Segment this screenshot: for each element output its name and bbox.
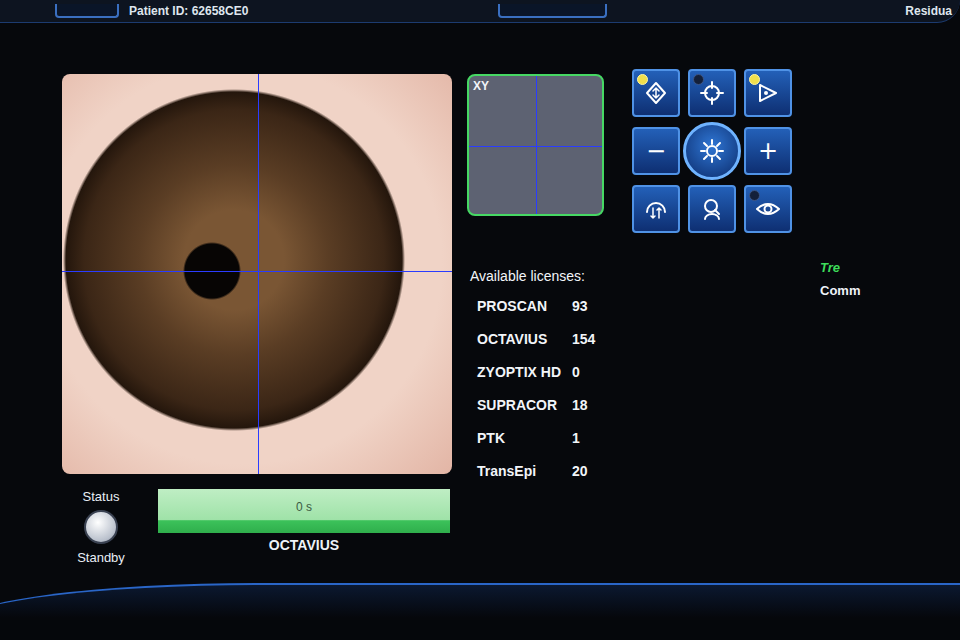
top-bar: Patient ID: 62658CE0 Residua [0,0,960,23]
indicator-light [693,74,704,85]
license-count: 18 [572,397,588,413]
license-row: OCTAVIUS154 [467,322,604,355]
arc-arrows-icon [643,196,669,222]
main-area: Status Standby 0 s OCTAVIUS XY Available lice… [0,74,960,565]
control-button[interactable] [632,185,680,233]
treatment-title: Tre [820,260,860,275]
control-button[interactable]: + [744,127,792,175]
crosshair-icon [699,80,725,106]
license-count: 0 [572,364,580,380]
control-button[interactable] [688,185,736,233]
progress-block: 0 s OCTAVIUS [158,489,450,553]
button-glyph: + [758,137,778,165]
mode-label: OCTAVIUS [269,537,339,553]
treatment-info: Tre Comm [820,260,860,298]
control-button[interactable] [744,69,792,117]
brightness-icon [699,138,725,164]
control-button[interactable]: − [632,127,680,175]
license-row: PTK1 [467,421,604,454]
license-name: PTK [477,430,572,446]
license-list: Available licenses:PROSCAN93OCTAVIUS154Z… [467,267,604,487]
eye-camera-view [62,74,452,474]
crosshair-vertical [258,74,259,474]
top-button[interactable] [498,4,607,18]
xy-label: XY [473,79,489,93]
license-title: Available licenses: [470,267,604,285]
license-count: 154 [572,331,595,347]
indicator-light [749,190,760,201]
laser-console: Patient ID: 62658CE0 Residua Status Standby… [0,0,960,640]
left-column: Status Standby 0 s OCTAVIUS [62,74,452,565]
xy-line-vertical [536,76,537,214]
focus-updown-icon [643,80,669,106]
license-count: 93 [572,298,588,314]
middle-column: XYAvailable licenses:PROSCAN93OCTAVIUS15… [467,74,604,487]
license-row: TransEpi20 [467,454,604,487]
indicator-light [749,74,760,85]
indicator-light [637,74,648,85]
license-name: TransEpi [477,463,572,479]
center-button[interactable] [683,122,741,180]
license-count: 1 [572,430,580,446]
license-row: SUPRACOR18 [467,388,604,421]
xy-line-horizontal [469,146,602,147]
patient-id: Patient ID: 62658CE0 [129,4,248,18]
status-lamp [84,510,118,544]
zoom-person-icon [699,196,725,222]
treatment-comment: Comm [820,283,860,298]
license-name: PROSCAN [477,298,572,314]
xy-panel: XY [467,74,604,216]
control-button[interactable] [688,69,736,117]
eye-icon [755,196,781,222]
license-row: PROSCAN93 [467,289,604,322]
license-name: ZYOPTIX HD [477,364,572,380]
control-button[interactable] [744,185,792,233]
license-name: SUPRACOR [477,397,572,413]
pointer-icon [755,80,781,106]
status-block: Status Standby [62,489,140,565]
control-button[interactable] [632,69,680,117]
menu-button[interactable] [55,4,119,18]
control-pad: −+ [632,69,792,233]
progress-bar: 0 s [158,489,450,533]
status-row: Status Standby 0 s OCTAVIUS [62,489,452,565]
footer-band [0,583,960,640]
crosshair-horizontal [62,271,452,272]
button-glyph: − [646,137,666,165]
residual-label: Residua [905,4,952,18]
license-name: OCTAVIUS [477,331,572,347]
license-count: 20 [572,463,588,479]
license-row: ZYOPTIX HD0 [467,355,604,388]
status-state: Standby [77,550,125,565]
status-label: Status [83,489,120,504]
progress-reading: 0 s [296,500,312,514]
